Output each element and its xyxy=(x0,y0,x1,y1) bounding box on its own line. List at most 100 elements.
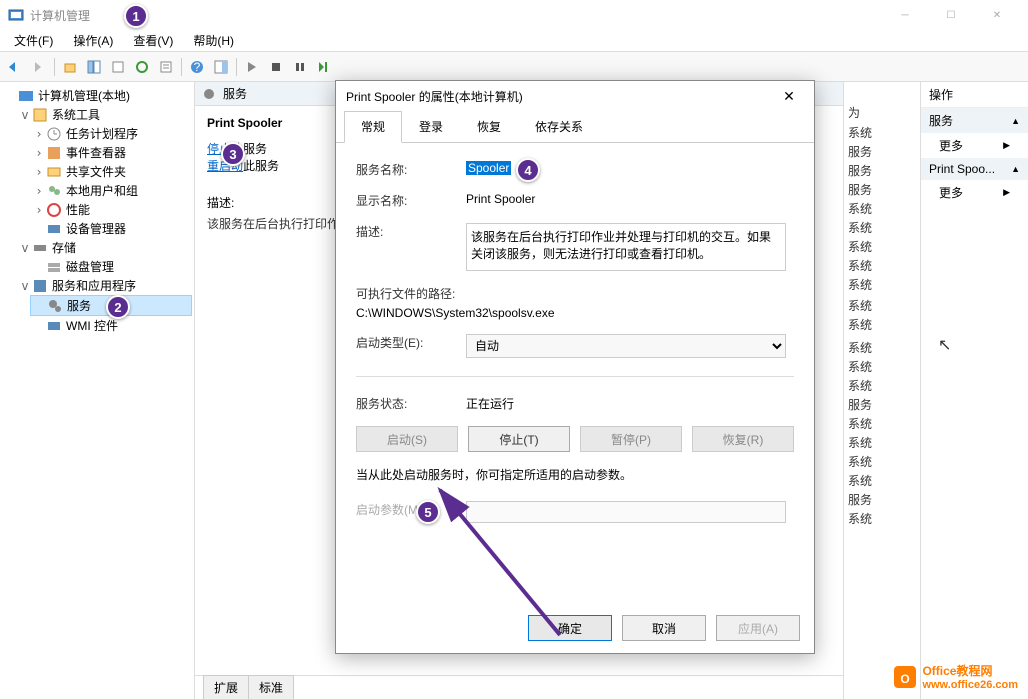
tree-event-viewer[interactable]: ›事件查看器 xyxy=(30,143,192,162)
up-button[interactable] xyxy=(59,56,81,78)
list-item[interactable]: 系统 xyxy=(844,509,920,528)
tree-storage[interactable]: v存储 xyxy=(16,238,192,257)
tree-performance[interactable]: ›性能 xyxy=(30,200,192,219)
list-item[interactable]: 系统 xyxy=(844,218,920,237)
tree-root[interactable]: 计算机管理(本地) xyxy=(2,86,192,105)
list-item[interactable]: 系统 xyxy=(844,471,920,490)
tab-extended[interactable]: 扩展 xyxy=(203,675,249,699)
tab-general[interactable]: 常规 xyxy=(344,111,402,143)
tree-services-apps[interactable]: v服务和应用程序 xyxy=(16,276,192,295)
list-item[interactable]: 系统 xyxy=(844,123,920,142)
desc-textarea[interactable]: 该服务在后台执行打印作业并处理与打印机的交互。如果关闭该服务，则无法进行打印或查… xyxy=(466,223,786,271)
list-item[interactable]: 系统 xyxy=(844,452,920,471)
tab-dependencies[interactable]: 依存关系 xyxy=(518,111,600,142)
list-item[interactable]: 系统 xyxy=(844,338,920,357)
column-header[interactable]: 为 xyxy=(844,102,920,123)
back-button[interactable] xyxy=(4,56,26,78)
display-name-label: 显示名称: xyxy=(356,192,466,209)
svg-text:O: O xyxy=(901,672,910,686)
view-tabs: 扩展 标准 xyxy=(195,675,843,699)
stop-service-button[interactable] xyxy=(265,56,287,78)
export-button[interactable] xyxy=(107,56,129,78)
toolbar: ? xyxy=(0,52,1028,82)
resume-button[interactable]: 恢复(R) xyxy=(692,426,794,452)
annotation-arrow xyxy=(430,480,590,645)
dialog-title: Print Spooler 的属性(本地计算机) xyxy=(346,88,774,105)
apply-button[interactable]: 应用(A) xyxy=(716,615,800,641)
properties-button[interactable] xyxy=(155,56,177,78)
tab-logon[interactable]: 登录 xyxy=(402,111,460,142)
exe-path-label: 可执行文件的路径: xyxy=(356,285,794,302)
tree-shared-folders[interactable]: ›共享文件夹 xyxy=(30,162,192,181)
cancel-button[interactable]: 取消 xyxy=(622,615,706,641)
dialog-close-button[interactable]: ✕ xyxy=(774,88,804,105)
forward-button[interactable] xyxy=(28,56,50,78)
list-item[interactable]: 服务 xyxy=(844,142,920,161)
startup-type-label: 启动类型(E): xyxy=(356,334,466,358)
list-item[interactable]: 服务 xyxy=(844,490,920,509)
list-item[interactable]: 系统 xyxy=(844,256,920,275)
callout-2: 2 xyxy=(106,295,130,319)
list-item[interactable]: 系统 xyxy=(844,376,920,395)
app-icon xyxy=(8,7,24,23)
cursor-icon: ↖ xyxy=(938,335,951,355)
close-button[interactable]: ✕ xyxy=(974,0,1020,30)
services-list-column[interactable]: 为 系统 服务 服务 服务 系统 系统 系统 系统 系统 系统 系统 系统 系统… xyxy=(844,82,921,699)
services-header-label: 服务 xyxy=(223,85,247,102)
office-logo-icon: O xyxy=(892,664,918,690)
action-pane-button[interactable] xyxy=(210,56,232,78)
collapse-icon: ▲ xyxy=(1011,116,1020,126)
start-button[interactable]: 启动(S) xyxy=(356,426,458,452)
tree-device-manager[interactable]: 设备管理器 xyxy=(30,219,192,238)
collapse-icon: ▲ xyxy=(1011,164,1020,174)
restart-service-button[interactable] xyxy=(313,56,335,78)
list-item[interactable]: 系统 xyxy=(844,275,920,294)
pause-button[interactable]: 暂停(P) xyxy=(580,426,682,452)
help-button[interactable]: ? xyxy=(186,56,208,78)
gear-icon xyxy=(201,86,217,102)
tree-sidebar[interactable]: 计算机管理(本地) v系统工具 ›任务计划程序 ›事件查看器 ›共享文件夹 ›本… xyxy=(0,82,195,699)
tab-standard[interactable]: 标准 xyxy=(248,675,294,699)
list-item[interactable]: 系统 xyxy=(844,296,920,315)
list-item[interactable]: 系统 xyxy=(844,315,920,334)
dialog-titlebar[interactable]: Print Spooler 的属性(本地计算机) ✕ xyxy=(336,81,814,111)
menu-help[interactable]: 帮助(H) xyxy=(183,30,244,51)
list-item[interactable]: 系统 xyxy=(844,237,920,256)
show-hide-button[interactable] xyxy=(83,56,105,78)
list-item[interactable]: 系统 xyxy=(844,414,920,433)
pause-service-button[interactable] xyxy=(289,56,311,78)
maximize-button[interactable]: ☐ xyxy=(928,0,974,30)
actions-more-1[interactable]: 更多▶ xyxy=(921,133,1028,158)
watermark: O Office教程网 www.office26.com xyxy=(892,662,1018,691)
display-name-value: Print Spooler xyxy=(466,192,794,209)
tree-task-scheduler[interactable]: ›任务计划程序 xyxy=(30,124,192,143)
list-item[interactable]: 系统 xyxy=(844,433,920,452)
menu-action[interactable]: 操作(A) xyxy=(63,30,123,51)
minimize-button[interactable]: ─ xyxy=(882,0,928,30)
startup-type-select[interactable]: 自动 xyxy=(466,334,786,358)
list-item[interactable]: 服务 xyxy=(844,161,920,180)
tree-wmi[interactable]: WMI 控件 xyxy=(30,316,192,335)
callout-5: 5 xyxy=(416,500,440,524)
menu-file[interactable]: 文件(F) xyxy=(4,30,63,51)
actions-group-printspooler[interactable]: Print Spoo...▲ xyxy=(921,158,1028,180)
list-item[interactable]: 系统 xyxy=(844,199,920,218)
status-label: 服务状态: xyxy=(356,395,466,412)
service-name-label: 服务名称: xyxy=(356,161,466,178)
menubar: 文件(F) 操作(A) 查看(V) 帮助(H) xyxy=(0,30,1028,52)
start-service-button[interactable] xyxy=(241,56,263,78)
stop-button[interactable]: 停止(T) xyxy=(468,426,570,452)
callout-1: 1 xyxy=(124,4,148,28)
tab-recovery[interactable]: 恢复 xyxy=(460,111,518,142)
tree-local-users[interactable]: ›本地用户和组 xyxy=(30,181,192,200)
list-item[interactable]: 系统 xyxy=(844,357,920,376)
list-item[interactable]: 服务 xyxy=(844,180,920,199)
tree-system-tools[interactable]: v系统工具 xyxy=(16,105,192,124)
actions-group-services[interactable]: 服务▲ xyxy=(921,108,1028,133)
tree-disk-management[interactable]: 磁盘管理 xyxy=(30,257,192,276)
refresh-button[interactable] xyxy=(131,56,153,78)
list-item[interactable]: 服务 xyxy=(844,395,920,414)
actions-more-2[interactable]: 更多▶ xyxy=(921,180,1028,205)
actions-header: 操作 xyxy=(921,82,1028,108)
menu-view[interactable]: 查看(V) xyxy=(123,30,183,51)
